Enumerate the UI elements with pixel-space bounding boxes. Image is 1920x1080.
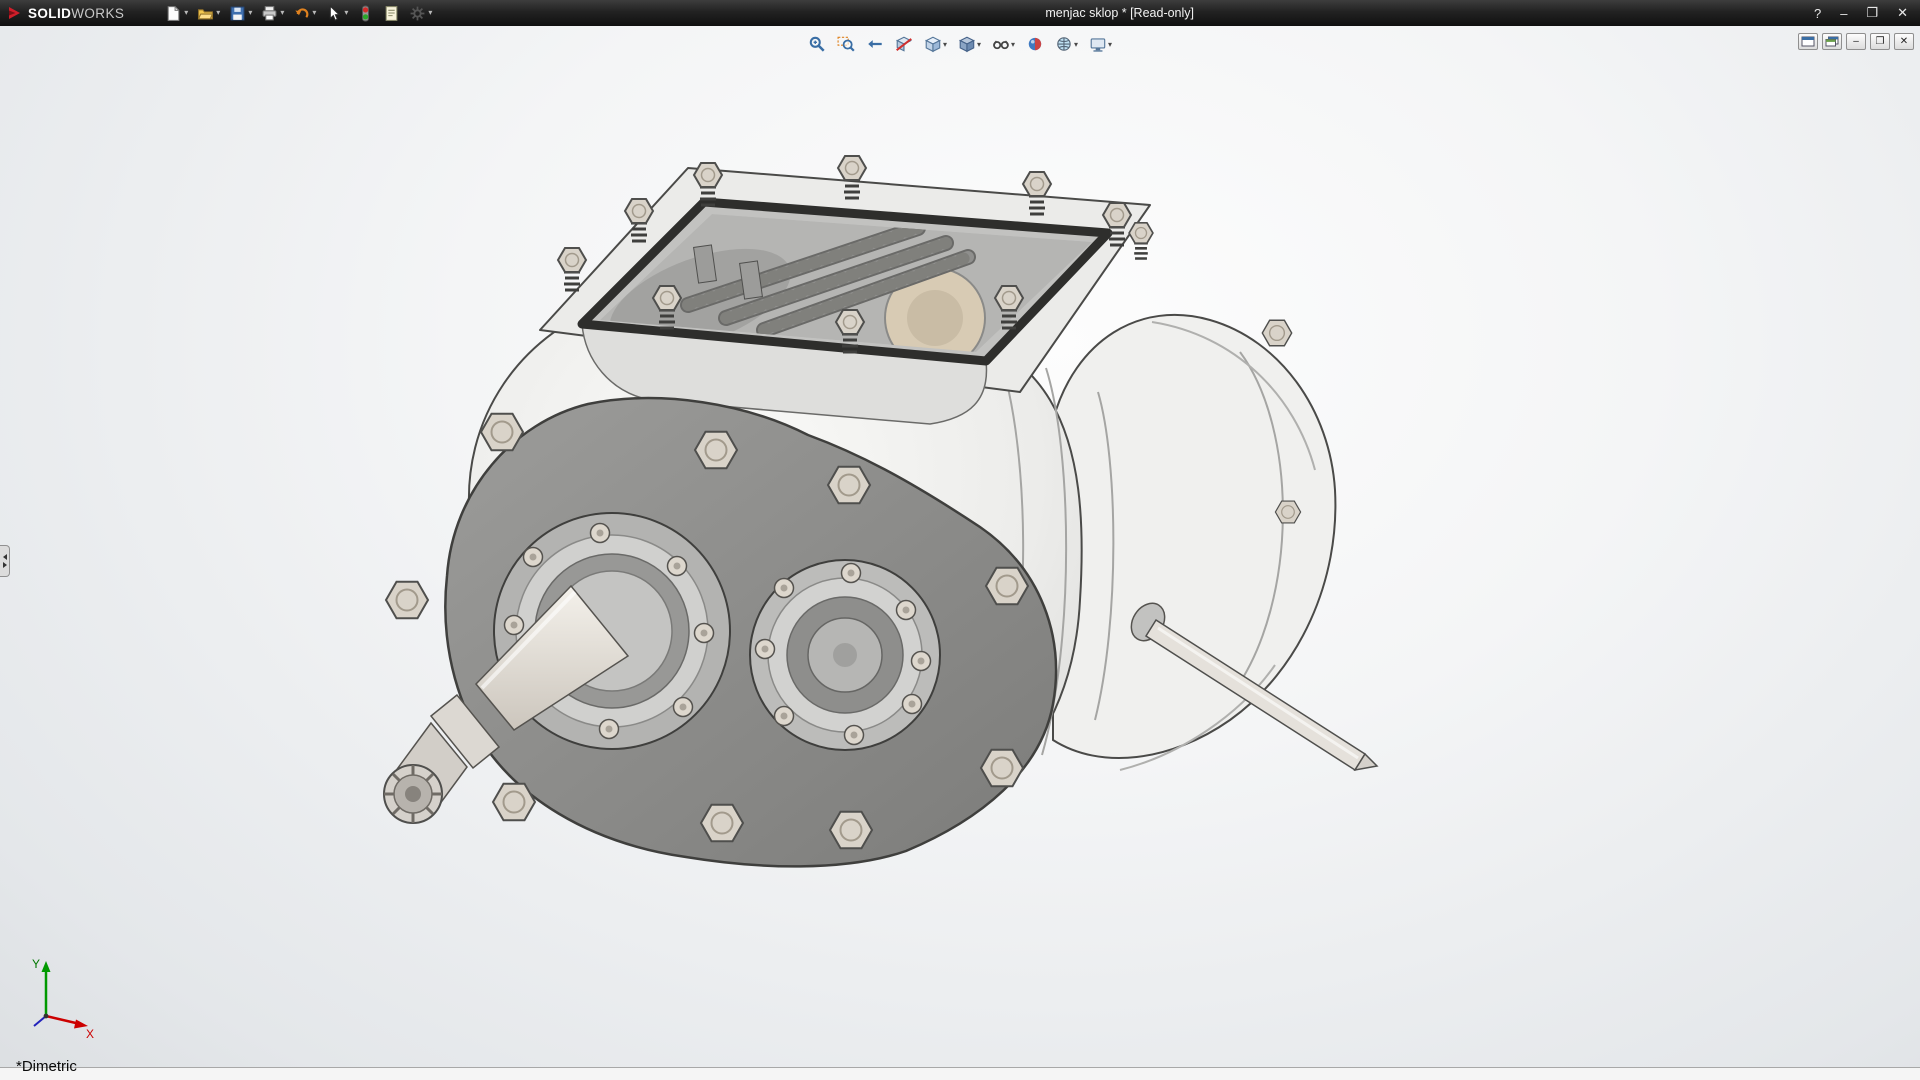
app-logo: SOLIDWORKS — [0, 5, 132, 21]
document-minimize-button[interactable]: – — [1846, 33, 1866, 50]
previous-view-icon — [866, 35, 884, 53]
print-icon — [261, 5, 278, 22]
triad-x-label: X — [86, 1027, 94, 1040]
print-button[interactable]: ▾ — [258, 2, 287, 24]
view-settings-button[interactable]: ▾ — [1087, 34, 1114, 54]
featuremanager-splitter-tab[interactable] — [0, 545, 10, 577]
collapse-arrow-icon — [3, 554, 7, 560]
solidworks-logo-icon — [7, 5, 23, 21]
undo-button[interactable]: ▾ — [290, 2, 319, 24]
display-style-icon — [958, 35, 976, 53]
apply-scene-button[interactable]: ▾ — [1053, 34, 1080, 54]
app-logo-text: SOLIDWORKS — [28, 6, 124, 21]
dropdown-arrow-icon[interactable]: ▾ — [248, 9, 252, 17]
zoom-to-area-button[interactable] — [835, 34, 857, 54]
document-restore-button[interactable]: ❐ — [1870, 33, 1890, 50]
dropdown-arrow-icon[interactable]: ▾ — [943, 40, 947, 49]
dropdown-arrow-icon[interactable]: ▾ — [312, 9, 316, 17]
hide-show-items-button[interactable]: ▾ — [990, 34, 1017, 54]
graphics-viewport[interactable] — [0, 26, 1920, 1080]
restore-button[interactable]: ❐ — [1866, 5, 1878, 21]
close-button[interactable]: ✕ — [1897, 5, 1908, 21]
new-document-button[interactable]: ▾ — [162, 2, 191, 24]
dropdown-arrow-icon[interactable]: ▾ — [1011, 40, 1015, 49]
select-cursor-icon — [325, 5, 342, 22]
document-close-button[interactable]: ✕ — [1894, 33, 1914, 50]
zoom-to-area-icon — [837, 35, 855, 53]
rebuild-button[interactable] — [354, 2, 377, 24]
view-orientation-cube-icon — [924, 35, 942, 53]
view-orientation-button[interactable]: ▾ — [922, 34, 949, 54]
open-button[interactable]: ▾ — [194, 2, 223, 24]
dropdown-arrow-icon[interactable]: ▾ — [1108, 40, 1112, 49]
dropdown-arrow-icon[interactable]: ▾ — [344, 9, 348, 17]
window-title: menjac sklop * [Read-only] — [435, 6, 1804, 20]
edit-appearance-button[interactable] — [1024, 34, 1046, 54]
dropdown-arrow-icon[interactable]: ▾ — [1074, 40, 1078, 49]
new-window-button[interactable] — [1822, 33, 1842, 50]
options-button[interactable]: ▾ — [406, 2, 435, 24]
window-controls: ? – ❐ ✕ — [1804, 5, 1920, 21]
document-window-controls: – ❐ ✕ — [1798, 33, 1914, 50]
save-button[interactable]: ▾ — [226, 2, 255, 24]
select-button[interactable]: ▾ — [322, 2, 351, 24]
view-settings-icon — [1089, 35, 1107, 53]
status-bar — [0, 1067, 1920, 1080]
help-button[interactable]: ? — [1814, 6, 1821, 21]
logo-works: WORKS — [71, 6, 124, 21]
expand-arrow-icon — [3, 562, 7, 568]
menu-bar-toolbar: ▾ ▾ ▾ ▾ ▾ ▾ ▾ — [162, 2, 435, 24]
dropdown-arrow-icon[interactable]: ▾ — [184, 9, 188, 17]
options-gear-icon — [409, 5, 426, 22]
file-properties-button[interactable] — [380, 2, 403, 24]
rebuild-stoplight-icon — [357, 5, 374, 22]
hide-show-glasses-icon — [992, 35, 1010, 53]
open-folder-icon — [197, 5, 214, 22]
minimize-button[interactable]: – — [1840, 6, 1847, 21]
file-properties-icon — [383, 5, 400, 22]
triad-y-label: Y — [32, 957, 40, 971]
undo-arrow-icon — [293, 5, 310, 22]
logo-solid: SOLID — [28, 6, 71, 21]
dropdown-arrow-icon[interactable]: ▾ — [428, 9, 432, 17]
previous-view-button[interactable] — [864, 34, 886, 54]
apply-scene-globe-icon — [1055, 35, 1073, 53]
heads-up-view-toolbar: ▾ ▾ ▾ ▾ ▾ — [806, 34, 1114, 54]
dropdown-arrow-icon[interactable]: ▾ — [280, 9, 284, 17]
titlebar: SOLIDWORKS ▾ ▾ ▾ ▾ ▾ ▾ — [0, 0, 1920, 26]
zoom-to-fit-icon — [808, 35, 826, 53]
view-orientation-label: *Dimetric — [16, 1058, 77, 1075]
window-cascade-icon — [1825, 36, 1839, 47]
orientation-triad: Y X — [22, 954, 100, 1040]
window-icon — [1801, 36, 1815, 47]
section-view-icon — [895, 35, 913, 53]
edit-appearance-ball-icon — [1026, 35, 1044, 53]
zoom-to-fit-button[interactable] — [806, 34, 828, 54]
new-document-icon — [165, 5, 182, 22]
dropdown-arrow-icon[interactable]: ▾ — [977, 40, 981, 49]
section-view-button[interactable] — [893, 34, 915, 54]
switch-window-button[interactable] — [1798, 33, 1818, 50]
dropdown-arrow-icon[interactable]: ▾ — [216, 9, 220, 17]
save-floppy-icon — [229, 5, 246, 22]
display-style-button[interactable]: ▾ — [956, 34, 983, 54]
